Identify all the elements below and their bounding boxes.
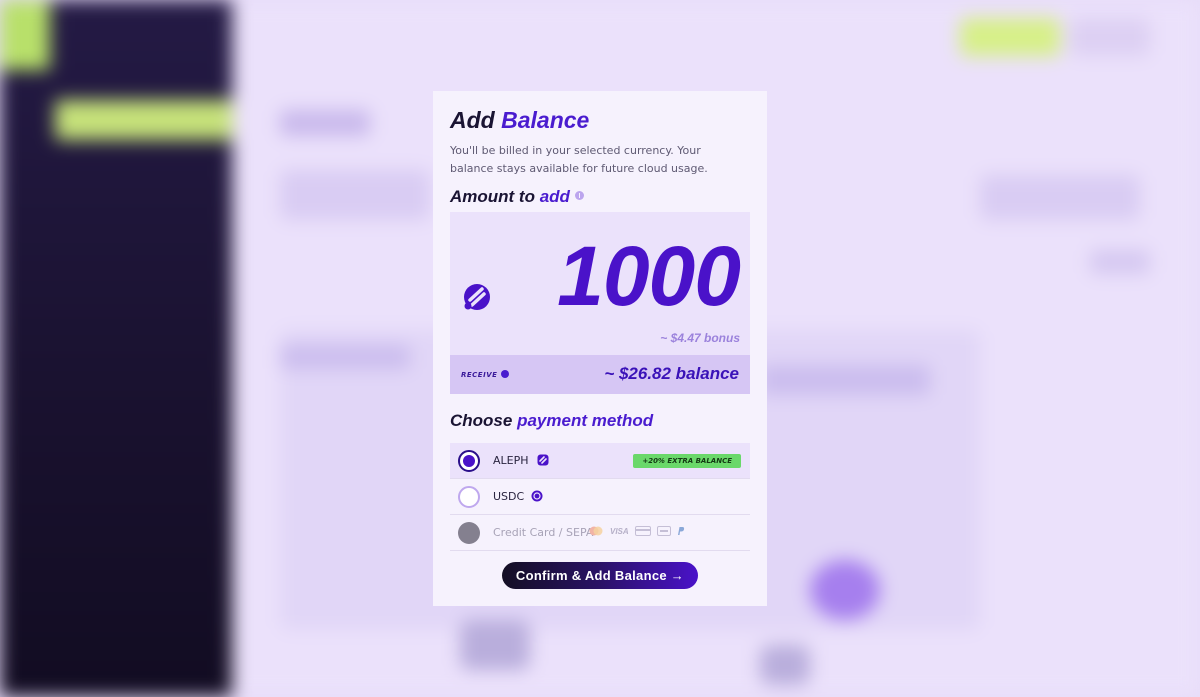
amount-value[interactable]: 1000 (557, 226, 741, 326)
receive-label: RECEIVE (461, 370, 510, 379)
bank-card-icon (634, 526, 651, 536)
panel-heading (280, 345, 410, 369)
panel-control (760, 365, 930, 395)
visa-icon: VISA (610, 526, 629, 536)
summary-card (980, 175, 1140, 220)
aleph-token-icon (537, 454, 549, 466)
payment-heading: Choose payment method (450, 411, 654, 430)
paypal-icon (677, 527, 684, 535)
extra-balance-badge: +20% EXTRA BALANCE (633, 454, 741, 468)
modal-title: Add Balance (450, 107, 590, 133)
decorative-shape (460, 620, 530, 670)
info-icon[interactable] (574, 191, 584, 201)
sidebar-active-item (55, 100, 232, 140)
decorative-shape (760, 645, 810, 685)
top-secondary-button (1070, 18, 1150, 56)
usdc-icon (531, 490, 543, 502)
amount-heading: Amount to add (450, 187, 584, 207)
add-balance-modal: Add Balance You'll be billed in your sel… (433, 91, 767, 606)
panel-link (1090, 250, 1150, 274)
receive-value: ~ $26.82 balance (604, 364, 739, 383)
bonus-text: ~ $4.47 bonus (660, 331, 740, 345)
confirm-add-balance-button[interactable]: Confirm & Add Balance → (502, 562, 698, 589)
payment-option-label: Credit Card / SEPA (493, 526, 594, 539)
sidebar-logo (0, 0, 50, 70)
apple-pay-icon (656, 526, 671, 536)
amount-input[interactable]: 1000 ~ $4.47 bonus (450, 212, 750, 355)
page-heading (280, 110, 370, 136)
mastercard-icon (589, 526, 603, 536)
summary-card (280, 170, 430, 220)
payment-option-card: Credit Card / SEPA VISA (450, 515, 750, 551)
top-action-button (960, 18, 1060, 56)
receive-summary: RECEIVE ~ $26.82 balance (450, 355, 750, 394)
decorative-blob (810, 560, 880, 620)
card-logos: VISA (588, 526, 685, 536)
payment-option-aleph[interactable]: ALEPH +20% EXTRA BALANCE (450, 443, 750, 479)
radio-selected[interactable] (458, 450, 480, 472)
radio-unselected[interactable] (458, 486, 480, 508)
payment-option-usdc[interactable]: USDC (450, 479, 750, 515)
modal-subtitle: You'll be billed in your selected curren… (450, 144, 708, 175)
aleph-token-icon (464, 284, 490, 310)
info-icon[interactable] (501, 370, 510, 378)
payment-option-label: ALEPH (493, 454, 529, 467)
radio-disabled (458, 522, 480, 544)
payment-option-label: USDC (493, 490, 525, 503)
